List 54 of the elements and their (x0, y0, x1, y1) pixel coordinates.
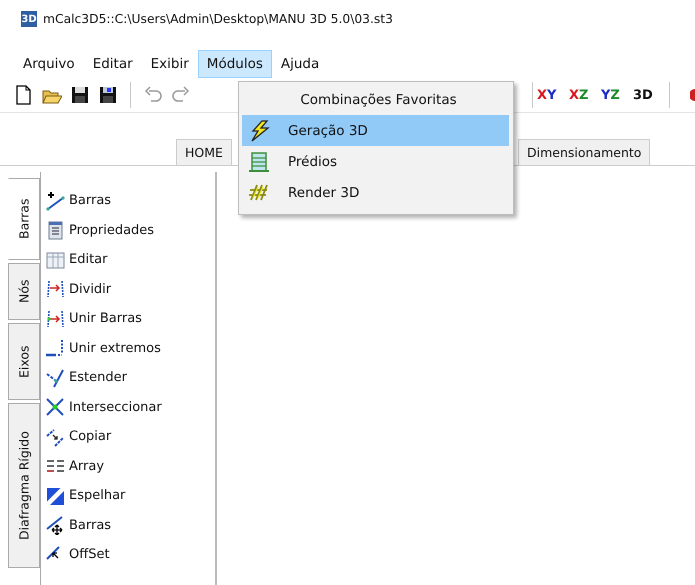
tool-item[interactable]: Barras (45, 186, 215, 216)
tool-item[interactable]: Array (45, 452, 215, 481)
save-icon (70, 85, 90, 105)
menu-item[interactable]: Editar (84, 50, 142, 78)
tool-item[interactable]: Barras (45, 510, 215, 540)
view-button[interactable]: YZ (601, 88, 633, 102)
move-icon (45, 515, 65, 536)
save-all-button[interactable] (98, 85, 118, 105)
tool-item[interactable]: Editar (45, 245, 215, 274)
tab[interactable]: HOME (176, 139, 232, 165)
menu-item[interactable]: Exibir (142, 50, 198, 78)
render-icon (248, 182, 270, 204)
menu-item[interactable]: Geração 3D (242, 115, 509, 146)
window-title: mCalc3D5::C:\Users\Admin\Desktop\MANU 3D 5.0\03.st3 (43, 12, 393, 26)
copy-icon (45, 426, 65, 447)
undo-icon (143, 85, 163, 105)
menu-header: Combinações Favoritas (299, 91, 458, 110)
menu-item[interactable]: Módulos (198, 50, 272, 78)
extend-icon (45, 368, 65, 388)
tool-item[interactable]: Copiar (45, 422, 215, 452)
mirror-icon (45, 486, 65, 506)
vertical-tab[interactable]: Barras (8, 178, 40, 260)
tool-item[interactable]: Unir Barras (45, 304, 215, 334)
menu-item[interactable]: Ajuda (272, 50, 328, 78)
tool-item[interactable]: Interseccionar (45, 392, 215, 422)
redo-icon (171, 85, 191, 105)
undo-button[interactable] (143, 85, 163, 105)
tool-item[interactable]: Espelhar (45, 481, 215, 510)
menu-item[interactable]: Render 3D (242, 177, 509, 208)
vertical-tab[interactable]: Nós (8, 263, 40, 320)
join-icon (45, 308, 65, 329)
view-button[interactable]: XZ (569, 88, 601, 102)
app-icon: 3D (21, 11, 37, 27)
view-button[interactable]: 3D (633, 88, 665, 102)
table-icon (45, 250, 65, 270)
building-icon (248, 150, 270, 172)
vertical-tab[interactable]: Eixos (8, 323, 40, 400)
line-join-icon (45, 338, 65, 358)
tool-item[interactable]: Estender (45, 363, 215, 392)
tool-item[interactable]: OffSet (45, 540, 215, 570)
view-button[interactable]: XY (537, 88, 569, 102)
tool-item[interactable]: Dividir (45, 274, 215, 304)
tab[interactable]: Dimensionamento (518, 139, 650, 165)
bar-plus-icon (45, 190, 65, 211)
split-icon (45, 279, 65, 300)
tool-item[interactable]: Unir extremos (45, 334, 215, 363)
cross-icon (45, 397, 65, 418)
save-button[interactable] (70, 85, 90, 105)
menu-item[interactable]: Arquivo (14, 50, 84, 78)
save-all-icon (98, 85, 118, 105)
tool-item[interactable]: Propriedades (45, 216, 215, 245)
vertical-tab[interactable]: Diafragma Rígido (8, 403, 40, 568)
menu-item[interactable]: Prédios (242, 146, 509, 177)
redo-button[interactable] (171, 85, 191, 105)
